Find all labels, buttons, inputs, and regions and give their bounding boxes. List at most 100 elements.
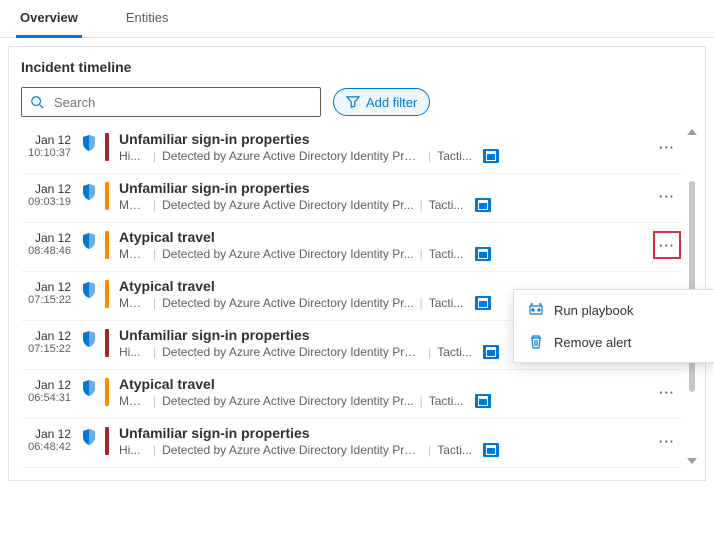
severity-text: Medi... (119, 394, 147, 408)
tab-entities[interactable]: Entities (122, 0, 173, 37)
shield-icon (82, 184, 96, 200)
separator: | (428, 149, 431, 163)
shield-icon (82, 282, 96, 298)
row-time: 09:03:19 (21, 196, 71, 208)
row-context-menu: Run playbook Remove alert (513, 289, 714, 363)
search-icon (30, 95, 44, 109)
row-timestamp: Jan 12 10:10:37 (21, 131, 79, 163)
timeline-row[interactable]: Jan 12 08:48:46 Atypical travel Medi... … (21, 223, 683, 272)
severity-text: Medi... (119, 198, 147, 212)
severity-text: Hi... (119, 443, 147, 457)
row-date: Jan 12 (21, 231, 71, 245)
alert-title[interactable]: Atypical travel (119, 229, 651, 245)
alert-title[interactable]: Unfamiliar sign-in properties (119, 131, 651, 147)
severity-bar (105, 133, 109, 161)
tactics-label: Tacti... (429, 394, 469, 408)
severity-text: Hi... (119, 149, 147, 163)
shield-icon (82, 233, 96, 249)
tab-bar: Overview Entities (0, 0, 714, 38)
more-actions-button[interactable]: ··· (655, 184, 679, 208)
alert-meta: Medi... | Detected by Azure Active Direc… (119, 198, 651, 212)
tactics-label: Tacti... (437, 345, 477, 359)
more-actions-button[interactable]: ··· (655, 380, 679, 404)
alert-title[interactable]: Atypical travel (119, 376, 651, 392)
search-box[interactable] (21, 87, 321, 117)
row-date: Jan 12 (21, 378, 71, 392)
row-type-icon-col (79, 229, 99, 261)
tactics-icon (483, 149, 499, 163)
search-input[interactable] (52, 94, 312, 111)
timeline-row[interactable]: Jan 12 09:03:19 Unfamiliar sign-in prope… (21, 174, 683, 223)
separator: | (420, 394, 423, 408)
shield-icon (82, 331, 96, 347)
row-time: 06:54:31 (21, 392, 71, 404)
menu-run-playbook[interactable]: Run playbook (514, 294, 714, 326)
severity-bar (105, 329, 109, 357)
incident-timeline-panel: Incident timeline Add filter Jan 12 10:1… (8, 46, 706, 481)
row-main: Atypical travel Medi... | Detected by Az… (119, 229, 651, 261)
tactics-label: Tacti... (437, 149, 477, 163)
row-timestamp: Jan 12 07:15:22 (21, 327, 79, 359)
tactics-icon (475, 198, 491, 212)
row-actions: ··· (651, 131, 683, 163)
row-time: 08:48:46 (21, 245, 71, 257)
detected-by-text: Detected by Azure Active Directory Ident… (162, 247, 413, 261)
detected-by-text: Detected by Azure Active Directory Ident… (162, 149, 422, 163)
more-actions-button[interactable]: ··· (655, 233, 679, 257)
severity-bar (105, 378, 109, 406)
separator: | (153, 247, 156, 261)
timeline-row[interactable]: Jan 12 10:10:37 Unfamiliar sign-in prope… (21, 125, 683, 174)
panel-title: Incident timeline (21, 59, 701, 75)
controls-bar: Add filter (21, 87, 701, 117)
alert-title[interactable]: Unfamiliar sign-in properties (119, 180, 651, 196)
menu-remove-alert-label: Remove alert (554, 335, 631, 350)
row-timestamp: Jan 12 06:48:42 (21, 425, 79, 457)
row-actions: ··· (651, 376, 683, 408)
menu-run-playbook-label: Run playbook (554, 303, 634, 318)
tactics-icon (483, 443, 499, 457)
severity-bar (105, 182, 109, 210)
row-timestamp: Jan 12 08:48:46 (21, 229, 79, 261)
separator: | (153, 443, 156, 457)
scroll-down-icon[interactable] (687, 458, 697, 464)
row-actions: ··· (651, 229, 683, 261)
tactics-label: Tacti... (429, 198, 469, 212)
row-main: Unfamiliar sign-in properties Medi... | … (119, 180, 651, 212)
menu-remove-alert[interactable]: Remove alert (514, 326, 714, 358)
separator: | (420, 247, 423, 261)
row-time: 06:48:42 (21, 441, 71, 453)
row-time: 07:15:22 (21, 294, 71, 306)
tactics-icon (475, 296, 491, 310)
timeline-row[interactable]: Jan 12 06:48:42 Unfamiliar sign-in prope… (21, 419, 683, 468)
separator: | (153, 394, 156, 408)
alert-title[interactable]: Unfamiliar sign-in properties (119, 425, 651, 441)
row-type-icon-col (79, 376, 99, 408)
separator: | (153, 296, 156, 310)
separator: | (428, 443, 431, 457)
row-timestamp: Jan 12 06:54:31 (21, 376, 79, 408)
row-main: Unfamiliar sign-in properties Hi... | De… (119, 131, 651, 163)
timeline-row[interactable]: Jan 12 06:54:31 Atypical travel Medi... … (21, 370, 683, 419)
row-type-icon-col (79, 131, 99, 163)
tactics-label: Tacti... (429, 247, 469, 261)
severity-bar (105, 280, 109, 308)
filter-icon (346, 96, 360, 108)
row-type-icon-col (79, 425, 99, 457)
alert-meta: Medi... | Detected by Azure Active Direc… (119, 394, 651, 408)
add-filter-button[interactable]: Add filter (333, 88, 430, 116)
scroll-up-icon[interactable] (687, 129, 697, 135)
tactics-label: Tacti... (437, 443, 477, 457)
tactics-icon (475, 394, 491, 408)
row-timestamp: Jan 12 07:15:22 (21, 278, 79, 310)
detected-by-text: Detected by Azure Active Directory Ident… (162, 198, 413, 212)
row-date: Jan 12 (21, 427, 71, 441)
more-actions-button[interactable]: ··· (655, 429, 679, 453)
severity-text: Hi... (119, 345, 147, 359)
row-date: Jan 12 (21, 182, 71, 196)
separator: | (153, 149, 156, 163)
tab-overview[interactable]: Overview (16, 0, 82, 38)
more-actions-button[interactable]: ··· (655, 135, 679, 159)
detected-by-text: Detected by Azure Active Directory Ident… (162, 443, 422, 457)
shield-icon (82, 380, 96, 396)
separator: | (153, 345, 156, 359)
